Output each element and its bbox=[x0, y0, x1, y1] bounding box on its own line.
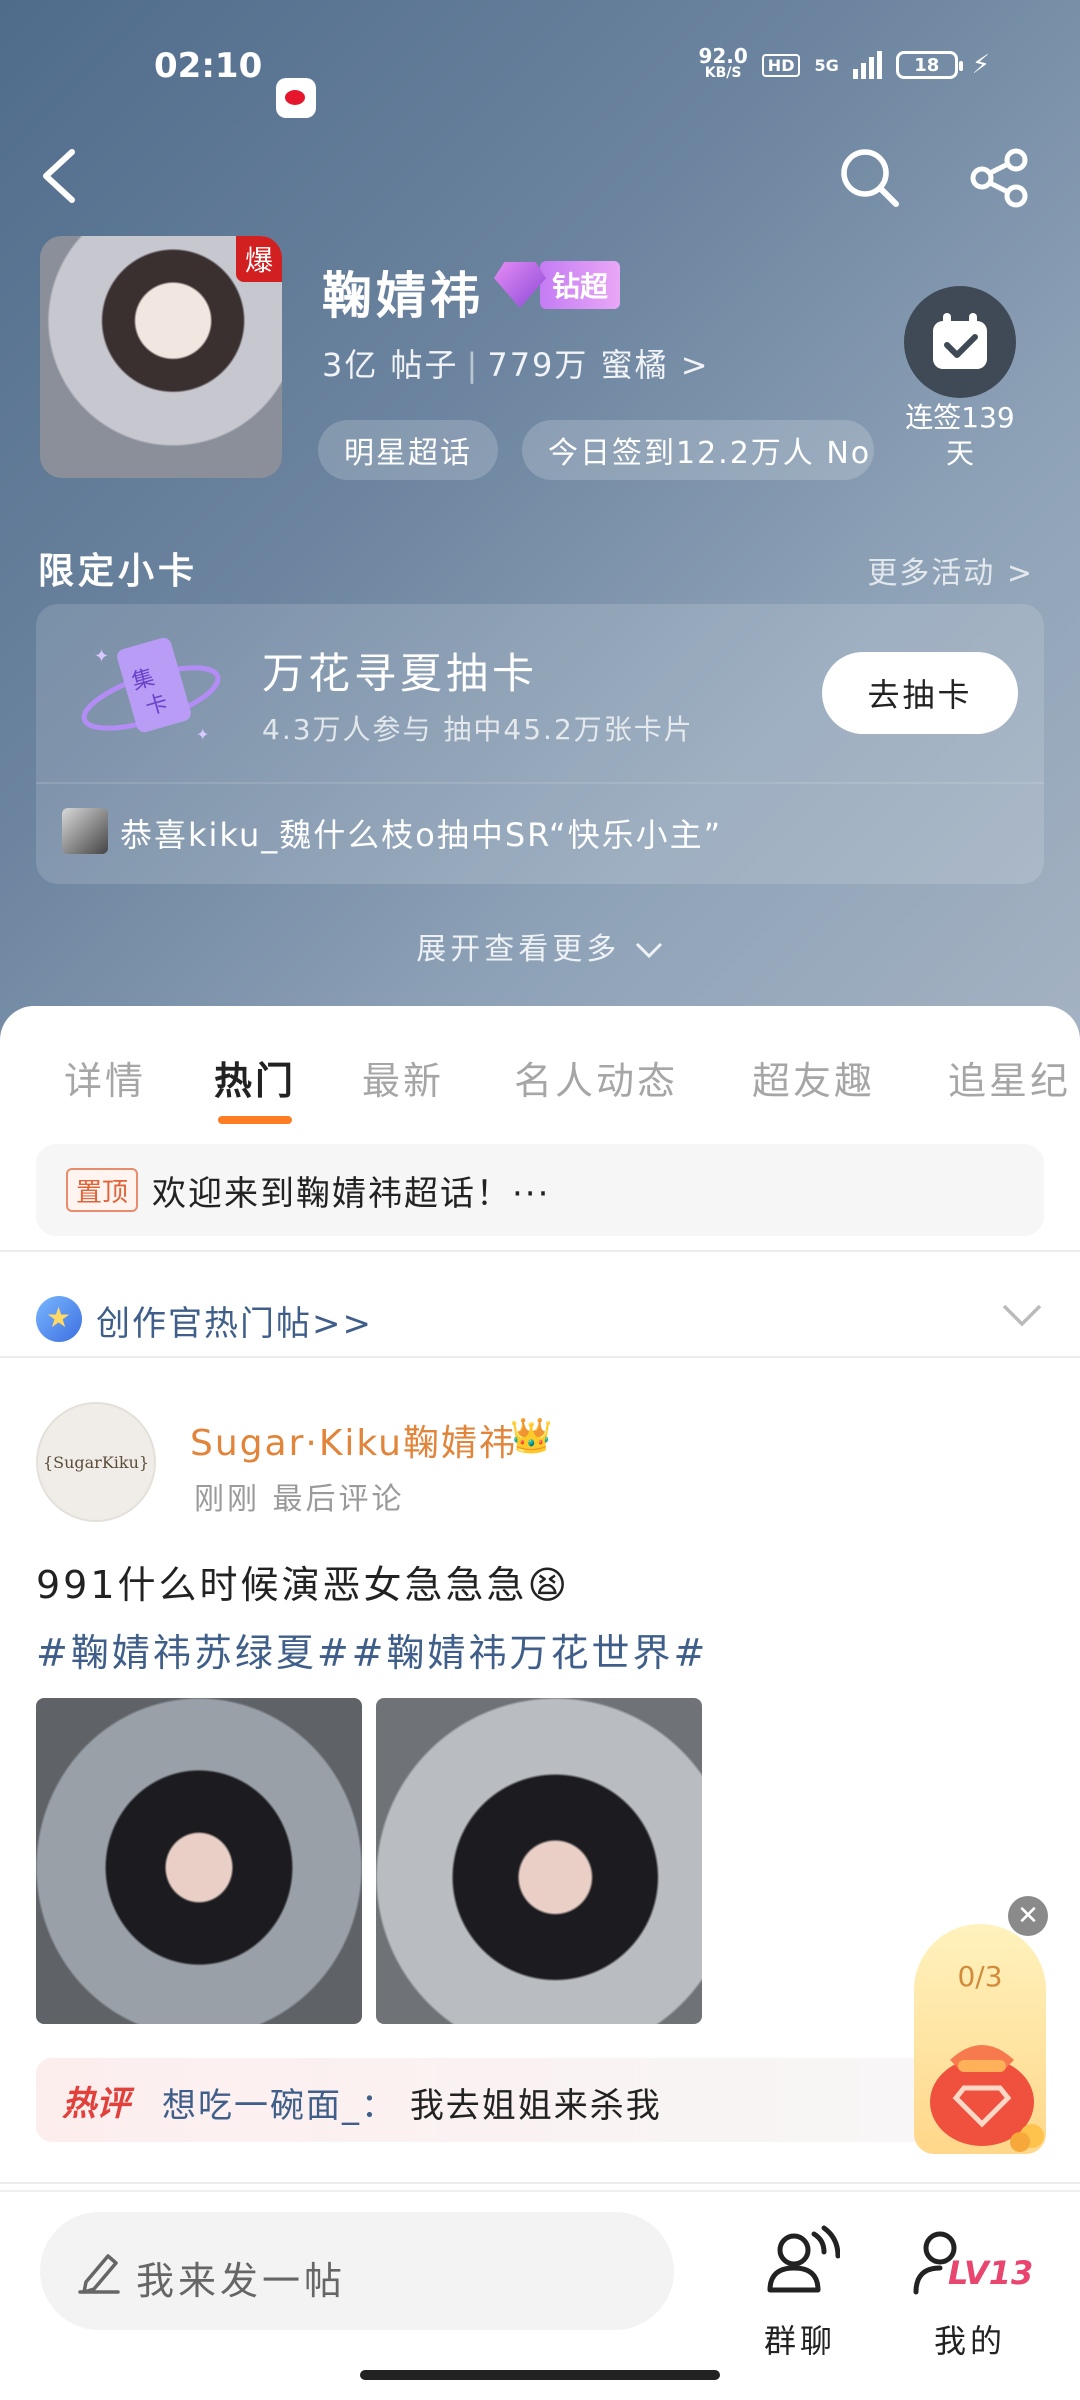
card-draw-panel: 集 卡 ✦ ✦ 万花寻夏抽卡 4.3万人参与 抽中45.2万张卡片 去抽卡 恭喜… bbox=[36, 604, 1044, 884]
winner-announcement: 恭喜kiku_魏什么枝o抽中SR“快乐小主” bbox=[120, 816, 723, 854]
network-type: 5G bbox=[814, 55, 839, 75]
topic-title: 鞠婧祎 bbox=[322, 267, 484, 325]
checkin-button[interactable] bbox=[904, 286, 1016, 398]
tab-celebrity[interactable]: 名人动态 bbox=[514, 1050, 678, 1105]
chevron-down-icon[interactable] bbox=[1000, 1300, 1044, 1330]
hot-comment[interactable]: 热评 想吃一碗面_： 我去姐姐来杀我 bbox=[36, 2058, 1044, 2142]
battery-icon: 18 bbox=[895, 51, 963, 79]
diamond-label: 钻超 bbox=[540, 261, 621, 309]
post-hashtags[interactable]: #鞠婧祎苏绿夏##鞠婧祎万花世界# bbox=[36, 1622, 708, 1677]
chevron-right-icon: > bbox=[680, 346, 710, 384]
my-profile-label: 我的 bbox=[933, 2322, 1006, 2360]
new-post-input[interactable]: 我来发一帖 bbox=[40, 2212, 674, 2330]
tab-latest[interactable]: 最新 bbox=[362, 1050, 444, 1105]
topic-header: 02:10 92.0 KB/S HD 5G 18 ⚡ 爆 鞠婧祎 钻超 3亿 帖… bbox=[0, 0, 1080, 1040]
pinned-text: 欢迎来到鞠婧祎超话！··· bbox=[152, 1174, 551, 1214]
pencil-icon bbox=[78, 2254, 120, 2294]
expand-more-label: 展开查看更多 bbox=[416, 932, 621, 967]
post-image[interactable] bbox=[376, 1698, 702, 2024]
tab-friends-fun[interactable]: 超友趣 bbox=[752, 1050, 875, 1105]
tag-star-topic[interactable]: 明星超话 bbox=[318, 420, 498, 480]
new-post-placeholder: 我来发一帖 bbox=[136, 2259, 347, 2303]
status-time: 02:10 bbox=[154, 46, 263, 86]
reward-progress: 0/3 bbox=[957, 1960, 1003, 1993]
hot-badge: 爆 bbox=[236, 236, 282, 282]
speed-unit: KB/S bbox=[704, 65, 742, 81]
fans-count: 779万 蜜橘 bbox=[487, 346, 669, 384]
topic-tabs: 详情 热门 最新 名人动态 超友趣 追星纪 bbox=[0, 1036, 1080, 1126]
creator-hot-posts[interactable]: 创作官热门帖>> bbox=[0, 1274, 1080, 1364]
chevron-down-icon bbox=[635, 942, 662, 959]
diamond-super-badge[interactable]: 钻超 bbox=[494, 261, 621, 309]
battery-level: 18 bbox=[914, 54, 940, 76]
hot-comment-user: 想吃一碗面_： bbox=[162, 2086, 397, 2126]
close-icon[interactable]: ✕ bbox=[1008, 1896, 1048, 1936]
post-meta: 刚刚 最后评论 bbox=[194, 1482, 405, 1517]
group-chat-label: 群聊 bbox=[763, 2322, 836, 2360]
card-collection-icon: 集 卡 ✦ ✦ bbox=[81, 637, 221, 744]
post-author-avatar[interactable]: {SugarKiku} bbox=[36, 1402, 156, 1522]
hot-comment-text: 想吃一碗面_： 我去姐姐来杀我 bbox=[162, 2078, 662, 2127]
tag-checkin-rank[interactable]: 今日签到12.2万人 No.4 bbox=[522, 420, 874, 480]
draw-card-button[interactable]: 去抽卡 bbox=[822, 652, 1018, 734]
star-badge-icon bbox=[36, 1296, 82, 1342]
svg-text:✦: ✦ bbox=[196, 725, 209, 744]
group-chat-icon bbox=[767, 2225, 840, 2293]
winner-avatar bbox=[62, 808, 108, 854]
back-icon[interactable] bbox=[36, 146, 86, 206]
diamond-icon bbox=[494, 262, 546, 308]
status-indicators: 92.0 KB/S HD 5G 18 ⚡ bbox=[698, 44, 990, 82]
topic-avatar[interactable]: 爆 bbox=[40, 236, 282, 478]
weibo-app-icon bbox=[276, 78, 316, 118]
post-text: 991什么时候演恶女急急急😫 bbox=[36, 1563, 571, 1607]
pinned-tag: 置顶 bbox=[66, 1168, 139, 1212]
post-image[interactable] bbox=[36, 1698, 362, 2024]
bottom-bar: 我来发一帖 群聊 LV13 我的 bbox=[0, 2190, 1080, 2400]
search-icon[interactable] bbox=[838, 146, 902, 210]
hd-badge: HD bbox=[761, 53, 801, 77]
hot-comment-body: 我去姐姐来杀我 bbox=[409, 2086, 662, 2126]
post-author-name[interactable]: Sugar·Kiku鞠婧祎 bbox=[190, 1414, 517, 1466]
charging-icon: ⚡ bbox=[971, 50, 990, 80]
divider bbox=[0, 2182, 1080, 2184]
card-event-stats: 4.3万人参与 抽中45.2万张卡片 bbox=[262, 713, 694, 746]
expand-more-button[interactable]: 展开查看更多 bbox=[0, 924, 1080, 968]
level-badge: LV13 bbox=[948, 2254, 1034, 2292]
pinned-post[interactable]: 置顶 欢迎来到鞠婧祎超话！··· bbox=[36, 1144, 1044, 1236]
tab-star-chronicle[interactable]: 追星纪 bbox=[948, 1050, 1071, 1105]
divider bbox=[0, 1250, 1080, 1252]
creator-hot-posts-label: 创作官热门帖>> bbox=[96, 1304, 373, 1344]
home-indicator[interactable] bbox=[360, 2370, 720, 2380]
tab-details[interactable]: 详情 bbox=[64, 1050, 146, 1105]
tab-hot[interactable]: 热门 bbox=[214, 1050, 296, 1105]
posts-count: 3亿 帖子 bbox=[322, 346, 459, 384]
share-icon[interactable] bbox=[968, 146, 1032, 210]
my-profile-button[interactable]: LV13 我的 bbox=[900, 2210, 1040, 2360]
active-tab-indicator bbox=[218, 1116, 292, 1124]
more-activities-link[interactable]: 更多活动 > bbox=[867, 548, 1034, 592]
lucky-bag-icon[interactable] bbox=[920, 2024, 1054, 2154]
speed-value: 92.0 bbox=[698, 44, 748, 68]
limited-card-title: 限定小卡 bbox=[38, 551, 199, 592]
checkin-days: 连签139天 bbox=[905, 401, 1015, 470]
network-speed: 92.0 KB/S bbox=[698, 44, 748, 82]
divider bbox=[36, 782, 1044, 784]
avatar-text: {SugarKiku} bbox=[42, 1452, 150, 1472]
svg-text:✦: ✦ bbox=[94, 646, 109, 667]
signal-icon bbox=[852, 51, 882, 79]
calendar-check-icon bbox=[933, 313, 987, 369]
group-chat-button[interactable]: 群聊 bbox=[740, 2210, 860, 2360]
divider bbox=[0, 1356, 1080, 1358]
topic-stats[interactable]: 3亿 帖子 | 779万 蜜橘 > bbox=[322, 340, 710, 386]
crown-icon: 👑 bbox=[510, 1416, 553, 1456]
card-event-title: 万花寻夏抽卡 bbox=[262, 649, 539, 698]
hot-comment-label: 热评 bbox=[62, 2084, 130, 2124]
status-bar: 02:10 92.0 KB/S HD 5G 18 ⚡ bbox=[0, 30, 1080, 118]
